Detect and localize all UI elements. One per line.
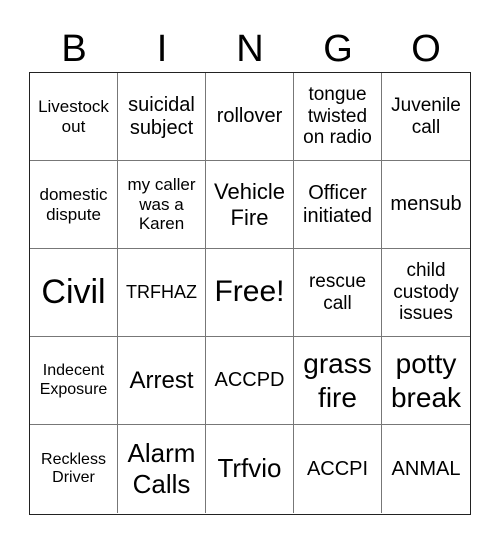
bingo-cell[interactable]: ANMAL: [382, 425, 470, 513]
header-letter-g: G: [323, 28, 353, 70]
bingo-cell[interactable]: ACCPD: [206, 337, 294, 425]
bingo-cell[interactable]: Officer initiated: [294, 161, 382, 249]
header-letter-n: N: [236, 28, 264, 70]
bingo-cell[interactable]: Arrest: [118, 337, 206, 425]
bingo-cell[interactable]: ACCPI: [294, 425, 382, 513]
header-letter-b: B: [61, 28, 87, 70]
bingo-cell[interactable]: mensub: [382, 161, 470, 249]
bingo-cell[interactable]: grass fire: [294, 337, 382, 425]
bingo-cell-free-space[interactable]: Free!: [206, 249, 294, 337]
bingo-cell[interactable]: Civil: [30, 249, 118, 337]
bingo-cell[interactable]: Alarm Calls: [118, 425, 206, 513]
bingo-cell[interactable]: Reckless Driver: [30, 425, 118, 513]
bingo-cell[interactable]: rescue call: [294, 249, 382, 337]
bingo-cell[interactable]: Vehicle Fire: [206, 161, 294, 249]
bingo-cell[interactable]: my caller was a Karen: [118, 161, 206, 249]
bingo-cell[interactable]: domestic dispute: [30, 161, 118, 249]
header-letter-i: I: [156, 28, 168, 70]
bingo-cell[interactable]: suicidal subject: [118, 73, 206, 161]
bingo-cell[interactable]: Livestock out: [30, 73, 118, 161]
bingo-cell[interactable]: Trfvio: [206, 425, 294, 513]
header-letter-o: O: [411, 28, 441, 70]
bingo-card-grid: Livestock out suicidal subject rollover …: [29, 72, 471, 515]
bingo-cell[interactable]: Indecent Exposure: [30, 337, 118, 425]
bingo-cell[interactable]: tongue twisted on radio: [294, 73, 382, 161]
bingo-cell[interactable]: Juvenile call: [382, 73, 470, 161]
bingo-cell[interactable]: child custody issues: [382, 249, 470, 337]
bingo-header: B I N G O: [30, 26, 470, 72]
bingo-cell[interactable]: rollover: [206, 73, 294, 161]
bingo-cell[interactable]: potty break: [382, 337, 470, 425]
bingo-cell[interactable]: TRFHAZ: [118, 249, 206, 337]
